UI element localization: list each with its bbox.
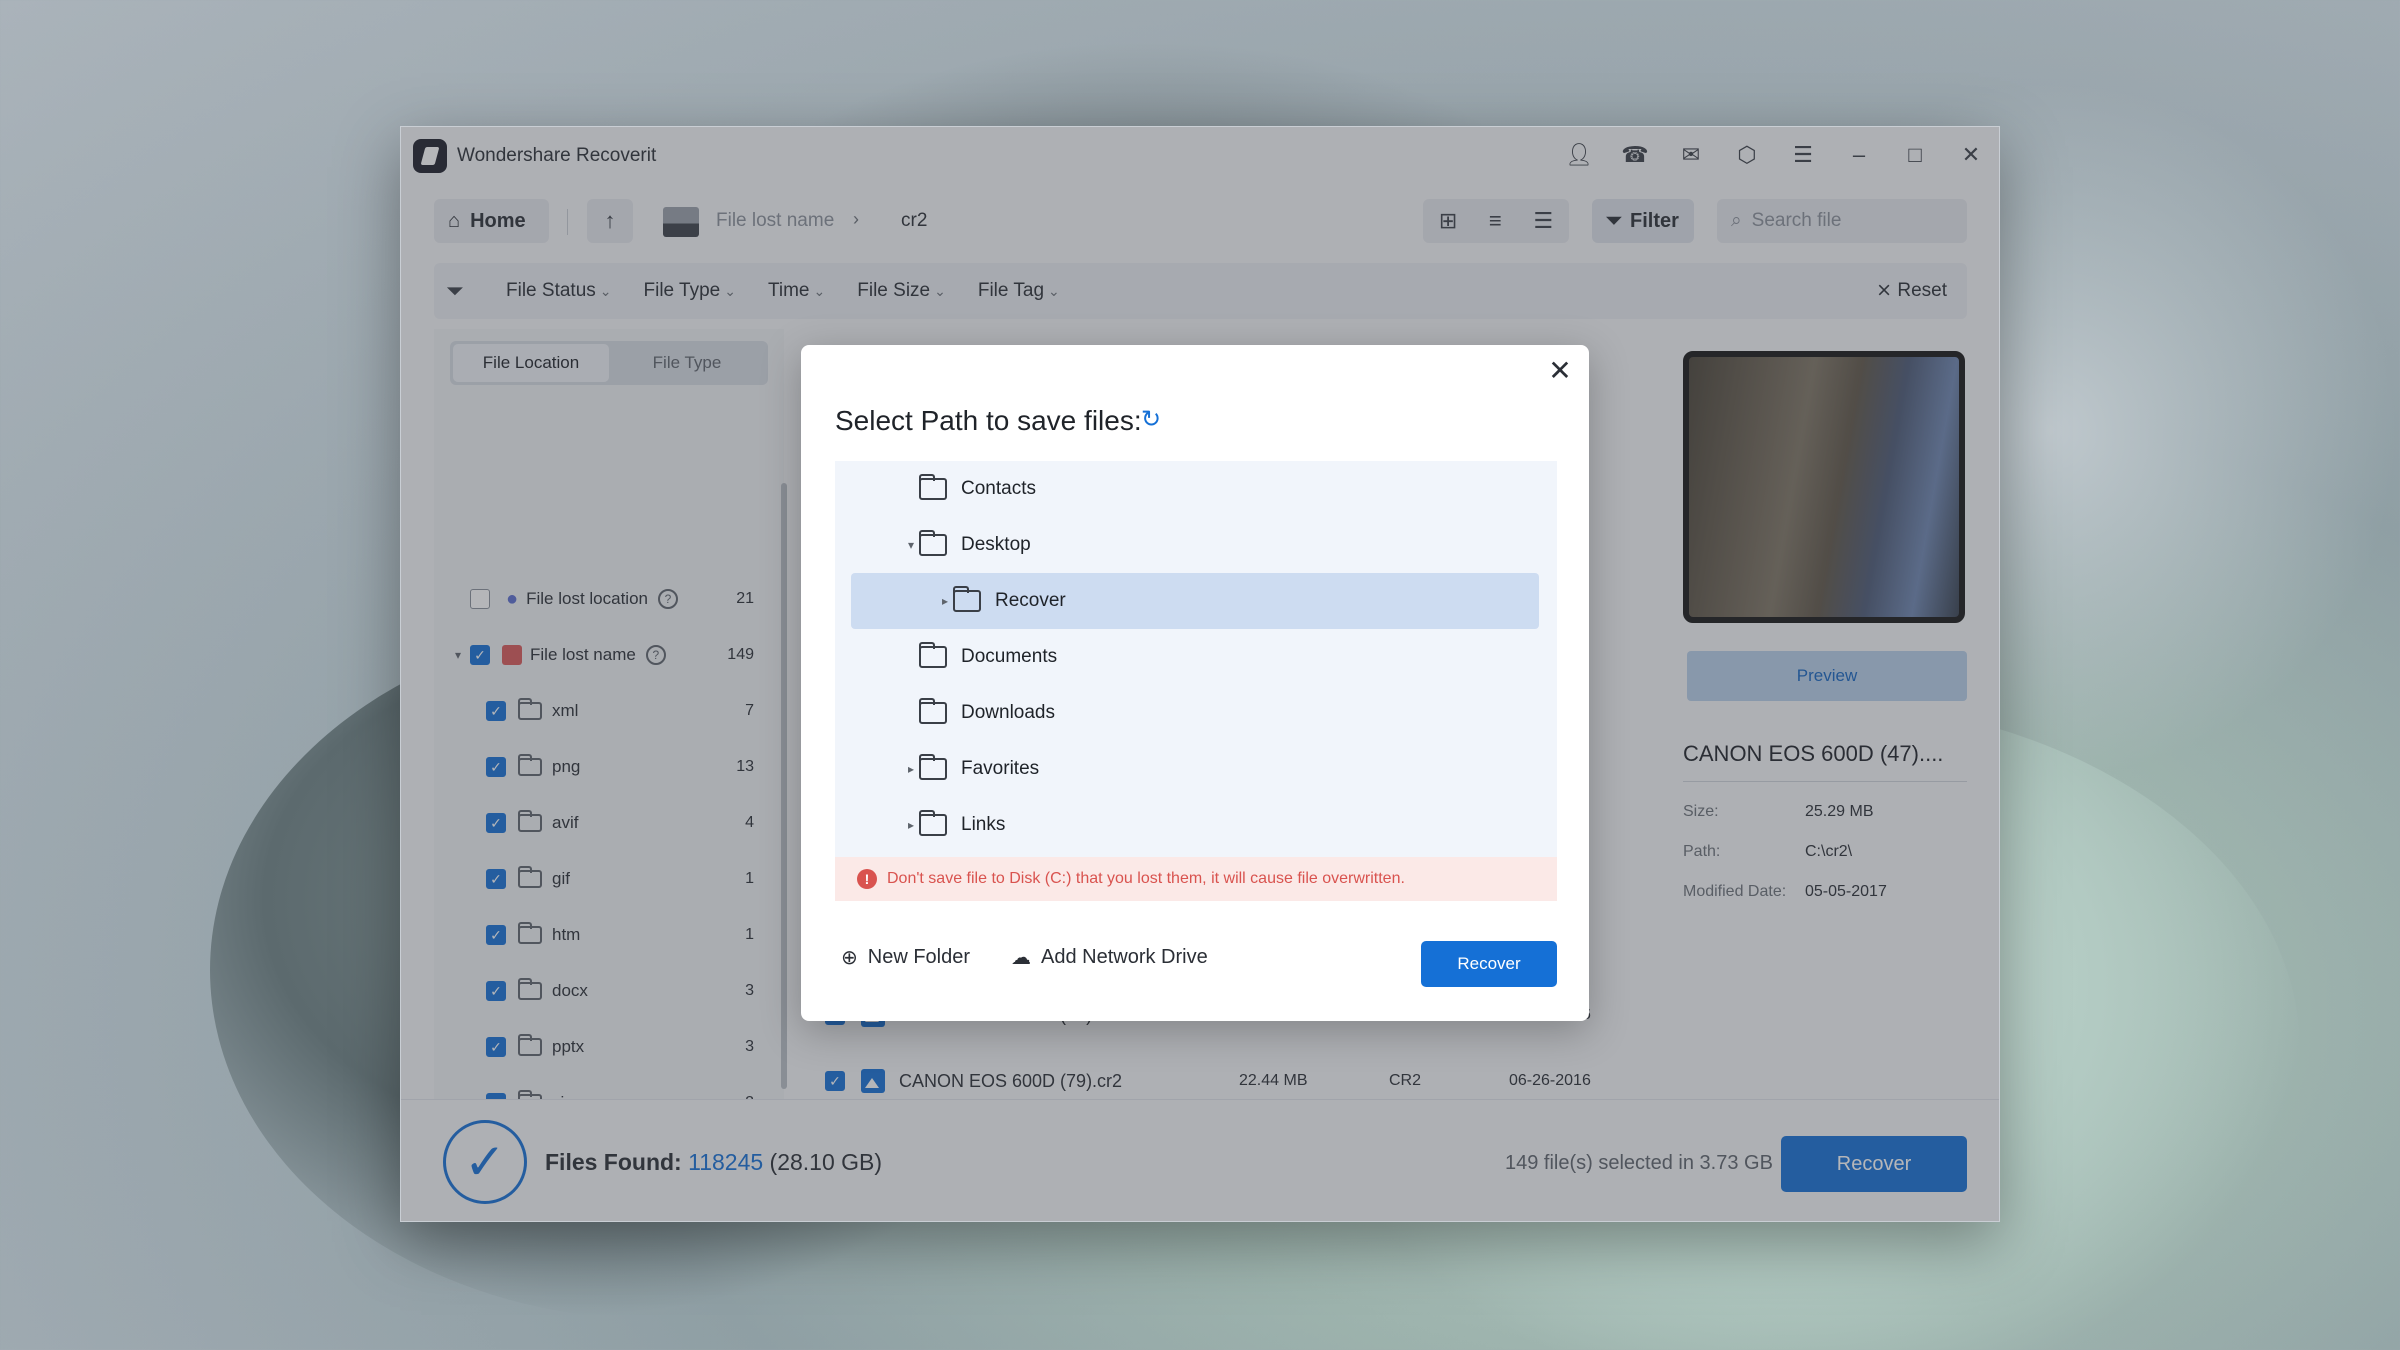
tree-item-label: Recover: [995, 590, 1066, 611]
caret-down-icon[interactable]: ▾: [903, 538, 919, 552]
tree-item-label: Desktop: [961, 534, 1031, 555]
refresh-icon[interactable]: ↻: [1141, 405, 1161, 434]
tree-item-label: Contacts: [961, 478, 1036, 499]
tree-item-desktop[interactable]: ▾ Desktop: [851, 517, 1539, 573]
new-folder-label: New Folder: [867, 946, 971, 968]
folder-icon: [919, 642, 947, 668]
add-network-drive-button[interactable]: ☁ Add Network Drive: [1011, 945, 1208, 970]
warning-icon: !: [857, 869, 877, 889]
tree-item-label: Documents: [961, 646, 1058, 667]
new-folder-button[interactable]: ⊕ New Folder: [841, 945, 970, 970]
tree-item-label: Links: [961, 814, 1006, 835]
app-window: Wondershare Recoverit 👤︎ ☎ ✉ ⬡ ☰ – □ ✕ ⌂…: [400, 126, 2000, 1222]
dialog-recover-button[interactable]: Recover: [1421, 941, 1557, 987]
tree-item-contacts[interactable]: Contacts: [851, 461, 1539, 517]
folder-icon: [919, 530, 947, 556]
tree-item-links[interactable]: ▸ Links: [851, 797, 1539, 853]
warning-banner: ! Don't save file to Disk (C:) that you …: [835, 857, 1557, 901]
folder-tree: Contacts ▾ Desktop ▸ Recover Documents D…: [835, 461, 1557, 857]
folder-icon: [919, 474, 947, 500]
tree-item-label: Downloads: [961, 702, 1055, 723]
warning-text: Don't save file to Disk (C:) that you lo…: [887, 870, 1405, 887]
caret-right-icon[interactable]: ▸: [903, 762, 919, 776]
tree-item-documents[interactable]: Documents: [851, 629, 1539, 685]
tree-item-recover[interactable]: ▸ Recover: [851, 573, 1539, 629]
tree-item-label: Favorites: [961, 758, 1040, 779]
folder-icon: [953, 586, 981, 612]
new-folder-icon: ⊕: [841, 947, 858, 969]
folder-icon: [919, 754, 947, 780]
tree-item-favorites[interactable]: ▸ Favorites: [851, 741, 1539, 797]
dialog-title: Select Path to save files:: [835, 405, 1142, 436]
folder-icon: [919, 810, 947, 836]
tree-item-downloads[interactable]: Downloads: [851, 685, 1539, 741]
save-path-dialog: ✕ Select Path to save files: ↻ Contacts …: [801, 345, 1589, 1021]
add-network-label: Add Network Drive: [1041, 946, 1208, 968]
caret-right-icon[interactable]: ▸: [937, 594, 953, 608]
caret-right-icon[interactable]: ▸: [903, 818, 919, 832]
cloud-icon: ☁: [1011, 947, 1031, 969]
folder-icon: [919, 698, 947, 724]
close-icon[interactable]: ✕: [1543, 353, 1577, 387]
